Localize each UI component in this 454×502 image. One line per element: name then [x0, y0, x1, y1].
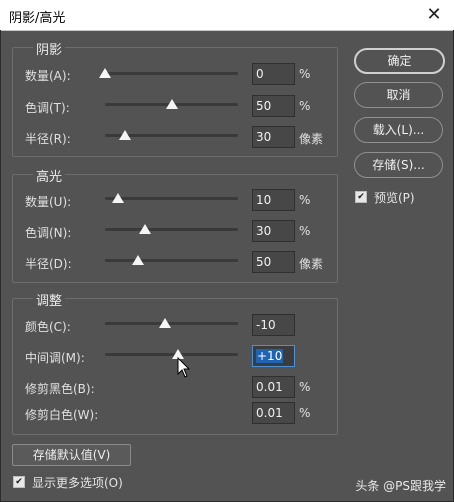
clip-white-unit: %: [299, 406, 311, 420]
slider-thumb[interactable]: [132, 255, 145, 265]
shadow-tone-unit: %: [299, 99, 311, 113]
watermark-text: 头条 @PS跟我学: [355, 479, 446, 493]
highlight-radius-input[interactable]: 50: [252, 251, 295, 273]
slider-thumb[interactable]: [138, 224, 151, 234]
shadow-amount-input[interactable]: 0: [252, 63, 295, 85]
clip-black-unit: %: [299, 380, 311, 394]
clip-black-input[interactable]: 0.01: [252, 376, 295, 398]
highlight-amount-label: 数量(U):: [25, 195, 72, 209]
shadow-radius-unit: 像素: [299, 132, 324, 146]
clip-black-label: 修剪黑色(B):: [25, 382, 95, 396]
shadow-radius-input[interactable]: 30: [252, 126, 295, 148]
more-options-checkbox[interactable]: ✔: [13, 476, 25, 488]
shadow-amount-unit: %: [299, 67, 311, 81]
midtone-input[interactable]: +10: [252, 345, 295, 367]
adjust-group: 调整 颜色(C): -10 中间调(M): +10 修剪黑色(B): 0.01 …: [12, 290, 338, 435]
slider-thumb[interactable]: [118, 130, 131, 140]
shadow-tone-label: 色调(T):: [25, 101, 70, 115]
window-title: 阴影/高光: [9, 11, 66, 26]
shadow-radius-label: 半径(R):: [25, 132, 71, 146]
midtone-input-selection: +10: [256, 349, 284, 363]
highlight-radius-slider[interactable]: [105, 255, 238, 265]
midtone-label: 中间调(M):: [25, 351, 85, 365]
clip-white-label: 修剪白色(W):: [25, 408, 99, 422]
color-label: 颜色(C):: [25, 320, 71, 334]
shadow-radius-slider[interactable]: [105, 130, 238, 140]
color-slider[interactable]: [105, 318, 238, 328]
preview-label: 预览(P): [374, 191, 415, 205]
highlight-radius-label: 半径(D):: [25, 257, 72, 271]
clip-white-input[interactable]: 0.01: [252, 402, 295, 424]
highlight-group: 高光 数量(U): 10 % 色调(N): 30 % 半径(D): 50 像素: [12, 166, 338, 283]
title-bar: 阴影/高光 ✕: [0, 0, 454, 31]
save-button[interactable]: 存储(S)...: [354, 152, 443, 178]
cancel-button[interactable]: 取消: [354, 82, 443, 108]
shadow-tone-input[interactable]: 50: [252, 95, 295, 117]
slider-thumb[interactable]: [165, 99, 178, 109]
slider-thumb[interactable]: [99, 68, 111, 78]
preview-checkbox[interactable]: ✔: [355, 191, 367, 203]
shadow-amount-slider[interactable]: [99, 68, 238, 78]
adjust-group-title: 调整: [33, 290, 66, 309]
highlight-amount-unit: %: [299, 193, 311, 207]
shadow-tone-slider[interactable]: [105, 99, 238, 109]
highlight-tone-slider[interactable]: [105, 224, 238, 234]
more-options-label: 显示更多选项(O): [32, 476, 123, 490]
ok-button[interactable]: 确定: [354, 48, 445, 74]
dialog-body: 阴影 数量(A): 0 % 色调(T): 50 % 半径(R): 30 像素 高…: [0, 30, 454, 502]
mouse-cursor-icon: [177, 357, 191, 378]
highlight-amount-slider[interactable]: [105, 193, 238, 203]
close-icon[interactable]: ✕: [414, 0, 454, 30]
load-button[interactable]: 载入(L)...: [354, 117, 443, 143]
slider-thumb[interactable]: [112, 193, 125, 203]
highlight-radius-unit: 像素: [299, 257, 324, 271]
shadow-amount-label: 数量(A):: [25, 69, 71, 83]
slider-thumb[interactable]: [158, 318, 171, 328]
highlight-tone-input[interactable]: 30: [252, 220, 295, 242]
midtone-slider[interactable]: [105, 349, 238, 359]
shadow-group-title: 阴影: [33, 39, 66, 58]
shadow-group: 阴影 数量(A): 0 % 色调(T): 50 % 半径(R): 30 像素: [12, 39, 338, 157]
color-input[interactable]: -10: [252, 314, 295, 336]
highlight-group-title: 高光: [33, 166, 66, 185]
highlight-tone-unit: %: [299, 224, 311, 238]
save-default-button[interactable]: 存储默认值(V): [12, 444, 131, 466]
highlight-tone-label: 色调(N):: [25, 226, 72, 240]
highlight-amount-input[interactable]: 10: [252, 189, 295, 211]
